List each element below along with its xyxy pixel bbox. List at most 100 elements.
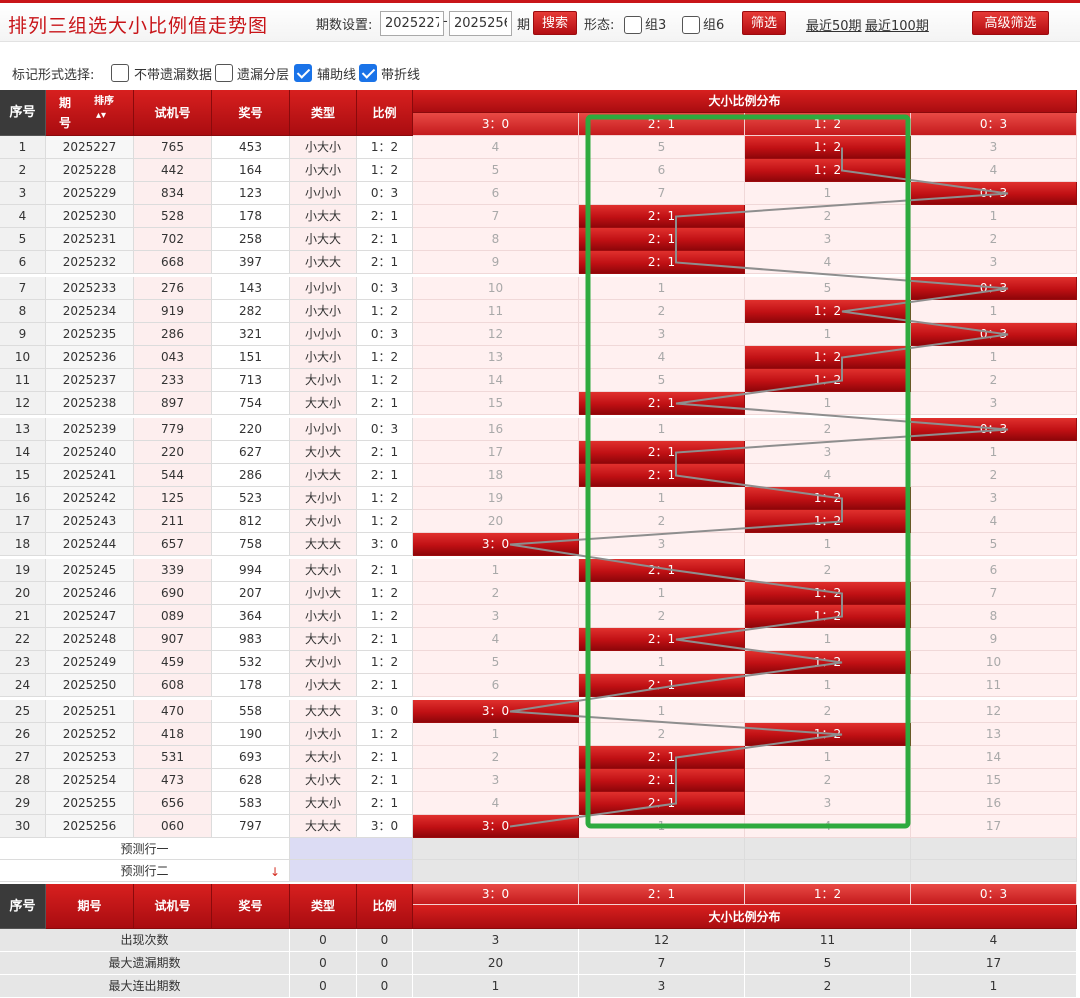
sort-button[interactable]: 排序 [94, 96, 114, 108]
footer-header-index: 序号 [0, 884, 46, 929]
row-award-number: 693 [212, 746, 290, 769]
hit-marker: 2：1 [579, 628, 745, 651]
miss-count: 2 [413, 582, 579, 605]
hit-marker: 1：2 [745, 510, 911, 533]
row-period: 2025238 [46, 392, 134, 415]
row-period: 2025235 [46, 323, 134, 346]
row-index: 1 [0, 136, 46, 159]
miss-count: 1 [745, 182, 911, 205]
end-period-input[interactable] [449, 11, 512, 36]
row-ratio: 2：1 [357, 792, 413, 815]
miss-count: 19 [413, 487, 579, 510]
row-period: 2025239 [46, 418, 134, 441]
row-ratio: 2：1 [357, 628, 413, 651]
polyline-checkbox[interactable] [359, 64, 377, 82]
miss-count: 7 [911, 582, 1077, 605]
row-period: 2025229 [46, 182, 134, 205]
group6-label: 组6 [703, 18, 725, 33]
col-header-period: 期号 排序 ▴▾ [46, 90, 134, 136]
miss-count: 2 [745, 205, 911, 228]
row-period: 2025254 [46, 769, 134, 792]
row-test-number: 657 [134, 533, 212, 556]
no-missing-data-checkbox[interactable] [111, 64, 129, 82]
hit-marker: 2：1 [579, 228, 745, 251]
row-award-number: 583 [212, 792, 290, 815]
row-period: 2025242 [46, 487, 134, 510]
predict-input-cell[interactable] [290, 838, 413, 860]
row-test-number: 779 [134, 418, 212, 441]
footer-dist-col-header: 0：3 [911, 884, 1077, 905]
hit-marker: 0：3 [911, 182, 1077, 205]
row-ratio: 2：1 [357, 746, 413, 769]
hit-marker: 0：3 [911, 323, 1077, 346]
row-test-number: 276 [134, 277, 212, 300]
predict-dist-cell[interactable] [911, 860, 1077, 882]
row-award-number: 190 [212, 723, 290, 746]
stat-value: 3 [413, 929, 579, 952]
row-test-number: 339 [134, 559, 212, 582]
predict-dist-cell[interactable] [911, 838, 1077, 860]
predict-dist-cell[interactable] [745, 860, 911, 882]
predict-dist-cell[interactable] [413, 838, 579, 860]
group6-checkbox[interactable] [682, 16, 700, 34]
row-type: 大小大 [290, 441, 357, 464]
miss-count: 1 [745, 392, 911, 415]
filter-button[interactable]: 筛选 [742, 11, 786, 35]
miss-count: 2 [745, 700, 911, 723]
recent-100-link[interactable]: 最近100期 [865, 15, 929, 34]
row-period: 2025256 [46, 815, 134, 838]
start-period-input[interactable] [380, 11, 444, 36]
row-index: 30 [0, 815, 46, 838]
period-setting-label: 期数设置: [316, 18, 373, 33]
recent-50-link[interactable]: 最近50期 [806, 15, 862, 34]
hit-marker: 3：0 [413, 700, 579, 723]
row-index: 26 [0, 723, 46, 746]
predict-row-label: 预测行二 [0, 860, 290, 882]
row-award-number: 164 [212, 159, 290, 182]
miss-count: 18 [413, 464, 579, 487]
row-test-number: 919 [134, 300, 212, 323]
miss-count: 1 [579, 277, 745, 300]
row-type: 小小小 [290, 418, 357, 441]
row-index: 29 [0, 792, 46, 815]
group3-checkbox[interactable] [624, 16, 642, 34]
row-type: 大小大 [290, 769, 357, 792]
predict-dist-cell[interactable] [579, 838, 745, 860]
advanced-filter-button[interactable]: 高级筛选 [972, 11, 1049, 35]
row-period: 2025243 [46, 510, 134, 533]
hit-marker: 1：2 [745, 651, 911, 674]
down-arrow-icon[interactable]: ↓ [270, 865, 280, 879]
hit-marker: 3：0 [413, 815, 579, 838]
predict-dist-cell[interactable] [579, 860, 745, 882]
miss-count: 4 [745, 251, 911, 274]
predict-dist-cell[interactable] [745, 838, 911, 860]
miss-count: 13 [413, 346, 579, 369]
marking-options-bar: 标记形式选择: 不带遗漏数据 遗漏分层 辅助线 带折线 [0, 56, 1080, 88]
row-award-number: 754 [212, 392, 290, 415]
stat-label: 最大遗漏期数 [0, 952, 290, 975]
row-period: 2025249 [46, 651, 134, 674]
row-type: 大大小 [290, 559, 357, 582]
predict-dist-cell[interactable] [413, 860, 579, 882]
row-index: 22 [0, 628, 46, 651]
miss-count: 3 [413, 769, 579, 792]
miss-count: 2 [911, 228, 1077, 251]
row-index: 9 [0, 323, 46, 346]
row-test-number: 089 [134, 605, 212, 628]
hit-marker: 2：1 [579, 559, 745, 582]
col-header-type: 类型 [290, 90, 357, 136]
hit-marker: 1：2 [745, 487, 911, 510]
miss-count: 9 [413, 251, 579, 274]
predict-input-cell[interactable] [290, 860, 413, 882]
dist-col-header: 0：3 [911, 113, 1077, 136]
hit-marker: 1：2 [745, 582, 911, 605]
stat-value: 1 [911, 975, 1077, 998]
sort-arrows-icon[interactable]: ▴▾ [96, 110, 106, 122]
row-index: 16 [0, 487, 46, 510]
aux-line-checkbox[interactable] [294, 64, 312, 82]
row-period: 2025237 [46, 369, 134, 392]
search-button[interactable]: 搜索 [533, 11, 577, 35]
missing-layer-checkbox[interactable] [215, 64, 233, 82]
row-ratio: 1：2 [357, 723, 413, 746]
stat-type: 0 [290, 929, 357, 952]
